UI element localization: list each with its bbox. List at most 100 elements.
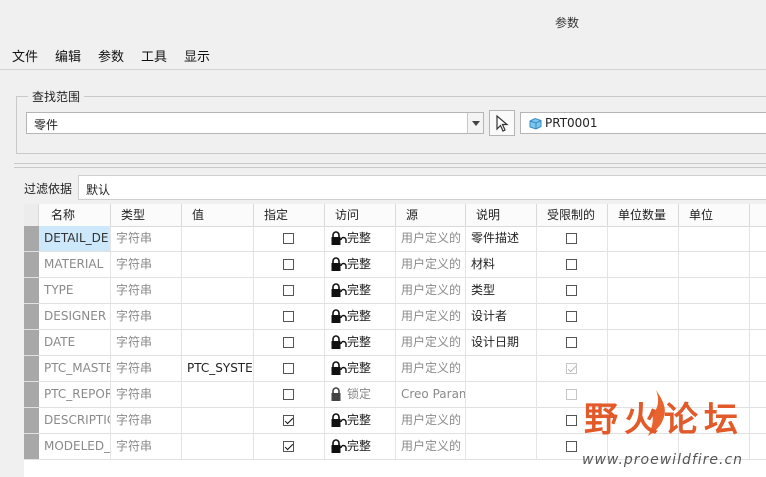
cell-designated[interactable]: [254, 278, 325, 303]
col-type[interactable]: 类型: [111, 204, 182, 226]
menu-edit[interactable]: 编辑: [55, 46, 81, 65]
cell-description[interactable]: 类型: [466, 278, 537, 303]
table-row[interactable]: PTC_MASTE 字符串 PTC_SYSTEI 完整 用户定义的: [24, 356, 766, 382]
menu-parameters[interactable]: 参数: [98, 46, 124, 65]
cell-value[interactable]: [182, 330, 254, 355]
cell-unit-quantity[interactable]: [608, 226, 679, 251]
cell-unit[interactable]: [679, 356, 750, 381]
cell-restricted[interactable]: [537, 226, 608, 251]
row-header[interactable]: [24, 226, 39, 251]
cell-value[interactable]: [182, 252, 254, 277]
cell-restricted[interactable]: [537, 356, 608, 381]
restricted-checkbox[interactable]: [566, 311, 577, 322]
menu-display[interactable]: 显示: [184, 46, 210, 65]
col-description[interactable]: 说明: [466, 204, 537, 226]
cell-unit-quantity[interactable]: [608, 356, 679, 381]
checkbox[interactable]: [283, 259, 294, 270]
cell-source[interactable]: 用户定义的: [396, 408, 466, 433]
cell-designated[interactable]: [254, 408, 325, 433]
checkbox-checked[interactable]: [283, 441, 294, 452]
col-source[interactable]: 源: [396, 204, 466, 226]
restricted-checkbox[interactable]: [566, 415, 577, 426]
row-header[interactable]: [24, 304, 39, 329]
cell-description[interactable]: [466, 356, 537, 381]
checkbox[interactable]: [283, 337, 294, 348]
cell-access[interactable]: 完整: [325, 278, 396, 303]
cell-type[interactable]: 字符串: [111, 330, 182, 355]
cell-type[interactable]: 字符串: [111, 356, 182, 381]
cell-access[interactable]: 完整: [325, 434, 396, 459]
checkbox[interactable]: [283, 389, 294, 400]
cell-designated[interactable]: [254, 304, 325, 329]
cell-type[interactable]: 字符串: [111, 434, 182, 459]
cell-name[interactable]: PTC_REPOR: [39, 382, 111, 407]
cell-description[interactable]: [466, 382, 537, 407]
row-header[interactable]: [24, 434, 39, 459]
col-unit-quantity[interactable]: 单位数量: [608, 204, 679, 226]
row-header[interactable]: [24, 278, 39, 303]
cell-description[interactable]: 材料: [466, 252, 537, 277]
cell-unit[interactable]: [679, 252, 750, 277]
col-unit[interactable]: 单位: [679, 204, 750, 226]
cell-access[interactable]: 完整: [325, 408, 396, 433]
cell-unit[interactable]: [679, 226, 750, 251]
menu-tools[interactable]: 工具: [141, 46, 167, 65]
table-row[interactable]: DETAIL_DE 字符串 完整 用户定义的 零件描述: [24, 226, 766, 252]
cell-designated[interactable]: [254, 330, 325, 355]
cell-access[interactable]: 完整: [325, 330, 396, 355]
cell-designated[interactable]: [254, 356, 325, 381]
cell-description[interactable]: [466, 434, 537, 459]
cell-source[interactable]: Creo Param: [396, 382, 466, 407]
cell-type[interactable]: 字符串: [111, 226, 182, 251]
cell-unit-quantity[interactable]: [608, 304, 679, 329]
cell-source[interactable]: 用户定义的: [396, 304, 466, 329]
col-value[interactable]: 值: [182, 204, 254, 226]
checkbox[interactable]: [283, 311, 294, 322]
restricted-checkbox[interactable]: [566, 259, 577, 270]
cell-restricted[interactable]: [537, 252, 608, 277]
cell-value[interactable]: PTC_SYSTEI: [182, 356, 254, 381]
restricted-checkbox[interactable]: [566, 233, 577, 244]
part-field[interactable]: PRT0001: [520, 112, 766, 134]
cell-access[interactable]: 完整: [325, 356, 396, 381]
cell-restricted[interactable]: [537, 330, 608, 355]
table-row[interactable]: DATE 字符串 完整 用户定义的 设计日期: [24, 330, 766, 356]
cell-type[interactable]: 字符串: [111, 382, 182, 407]
scope-dropdown[interactable]: 零件: [26, 112, 484, 134]
cell-source[interactable]: 用户定义的: [396, 356, 466, 381]
filter-dropdown[interactable]: 默认: [78, 175, 766, 200]
cell-value[interactable]: [182, 304, 254, 329]
cell-name[interactable]: PTC_MASTE: [39, 356, 111, 381]
cell-designated[interactable]: [254, 252, 325, 277]
table-row[interactable]: DESIGNER 字符串 完整 用户定义的 设计者: [24, 304, 766, 330]
row-header[interactable]: [24, 382, 39, 407]
cell-unit-quantity[interactable]: [608, 252, 679, 277]
cell-type[interactable]: 字符串: [111, 252, 182, 277]
col-restricted[interactable]: 受限制的: [537, 204, 608, 226]
cell-type[interactable]: 字符串: [111, 408, 182, 433]
cell-unit[interactable]: [679, 330, 750, 355]
checkbox[interactable]: [283, 363, 294, 374]
cell-type[interactable]: 字符串: [111, 278, 182, 303]
restricted-checkbox[interactable]: [566, 285, 577, 296]
cell-source[interactable]: 用户定义的: [396, 330, 466, 355]
checkbox-checked[interactable]: [283, 415, 294, 426]
cell-description[interactable]: 零件描述: [466, 226, 537, 251]
cell-unit-quantity[interactable]: [608, 330, 679, 355]
cell-description[interactable]: 设计者: [466, 304, 537, 329]
table-row[interactable]: TYPE 字符串 完整 用户定义的 类型: [24, 278, 766, 304]
cell-unit-quantity[interactable]: [608, 278, 679, 303]
checkbox[interactable]: [283, 285, 294, 296]
cell-value[interactable]: [182, 382, 254, 407]
cell-designated[interactable]: [254, 382, 325, 407]
col-name[interactable]: 名称: [39, 204, 111, 226]
cell-access[interactable]: 完整: [325, 304, 396, 329]
table-row[interactable]: MATERIAL 字符串 完整 用户定义的 材料: [24, 252, 766, 278]
cell-access[interactable]: 锁定: [325, 382, 396, 407]
row-header[interactable]: [24, 330, 39, 355]
cell-name[interactable]: DESIGNER: [39, 304, 111, 329]
row-header[interactable]: [24, 356, 39, 381]
cell-name[interactable]: TYPE: [39, 278, 111, 303]
cell-source[interactable]: 用户定义的: [396, 252, 466, 277]
cell-source[interactable]: 用户定义的: [396, 434, 466, 459]
